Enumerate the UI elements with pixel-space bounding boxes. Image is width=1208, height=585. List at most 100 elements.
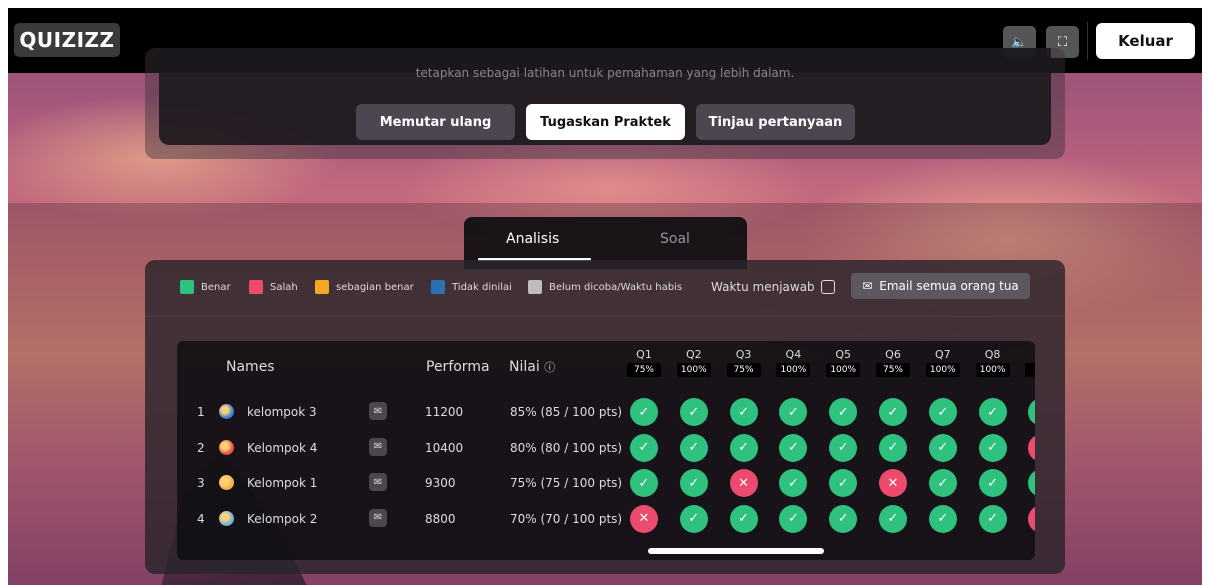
analysis-panel: Benar Salah sebagian benar Tidak dinilai… xyxy=(145,260,1065,574)
question-accuracy: 100% xyxy=(676,363,711,377)
correct-answer-icon[interactable]: ✓ xyxy=(779,433,808,462)
correct-answer-icon[interactable]: ✓ xyxy=(879,398,907,426)
player-grade: 70% (70 / 100 pts) xyxy=(510,511,623,526)
legend-correct: Benar xyxy=(180,280,231,294)
question-header[interactable]: Q2 100% xyxy=(676,348,711,377)
question-header[interactable]: Q5 100% xyxy=(826,348,861,377)
player-name[interactable]: Kelompok 1 xyxy=(247,476,317,490)
incorrect-swatch xyxy=(249,280,263,294)
question-header[interactable]: Q5 xyxy=(1025,348,1035,377)
results-table: Names Performa Nilai ⓘ Q1 75% Q2 100% Q3 75% Q… xyxy=(177,341,1035,560)
correct-answer-icon[interactable]: ✓ xyxy=(1028,398,1035,426)
avatar xyxy=(219,439,234,455)
question-header[interactable]: Q4 100% xyxy=(776,348,811,377)
legend-partial: sebagian benar xyxy=(315,280,414,294)
correct-answer-icon[interactable]: ✓ xyxy=(829,398,858,426)
question-header[interactable]: Q3 75% xyxy=(726,348,761,377)
player-name[interactable]: Kelompok 4 xyxy=(247,441,317,455)
table-row[interactable]: 2 Kelompok 4 ✉ 10400 80% (80 / 100 pts) ✓ ✓ ✓ ✓ ✓… xyxy=(177,430,1035,466)
question-header[interactable]: Q6 75% xyxy=(876,348,910,377)
correct-answer-icon[interactable]: ✓ xyxy=(978,469,1007,497)
correct-answer-icon[interactable]: ✓ xyxy=(779,504,808,533)
question-accuracy: 5 xyxy=(1025,363,1035,377)
correct-answer-icon[interactable]: ✓ xyxy=(779,398,808,426)
response-time-label: Waktu menjawab xyxy=(711,280,815,294)
review-questions-button[interactable]: Tinjau pertanyaan xyxy=(696,104,855,140)
correct-answer-icon[interactable]: ✓ xyxy=(978,433,1007,462)
unattempted-swatch xyxy=(528,280,542,294)
legend-label: Tidak dinilai xyxy=(452,281,512,293)
exit-button[interactable]: Keluar xyxy=(1096,23,1195,59)
performance-header: Performa xyxy=(426,359,490,375)
mail-icon[interactable]: ✉ xyxy=(369,437,387,456)
grade-header: Nilai ⓘ xyxy=(509,359,555,375)
correct-answer-icon[interactable]: ✓ xyxy=(829,433,858,462)
correct-answer-icon[interactable]: ✓ xyxy=(829,504,858,533)
question-label: Q3 xyxy=(735,348,752,361)
response-time-checkbox[interactable] xyxy=(820,280,835,294)
correct-answer-icon[interactable]: ✓ xyxy=(630,398,658,426)
correct-answer-icon[interactable]: ✓ xyxy=(729,504,758,533)
tab-analisis[interactable]: Analisis xyxy=(506,231,559,247)
avatar xyxy=(219,404,234,419)
mail-icon[interactable]: ✉ xyxy=(369,508,387,527)
correct-answer-icon[interactable]: ✓ xyxy=(729,433,758,462)
horizontal-scrollbar[interactable] xyxy=(648,548,824,554)
question-accuracy: 75% xyxy=(627,363,661,377)
incorrect-answer-icon[interactable]: ✕ xyxy=(879,469,907,497)
tab-soal[interactable]: Soal xyxy=(660,231,690,247)
correct-answer-icon[interactable]: ✓ xyxy=(879,504,907,533)
legend-label: Salah xyxy=(270,281,298,293)
correct-answer-icon[interactable]: ✓ xyxy=(928,469,957,497)
email-parents-label: Email semua orang tua xyxy=(879,279,1019,293)
incorrect-answer-icon[interactable]: ✕ xyxy=(729,469,758,497)
player-grade: 75% (75 / 100 pts) xyxy=(510,476,623,490)
question-label: Q2 xyxy=(685,348,702,361)
correct-answer-icon[interactable]: ✓ xyxy=(1028,469,1035,497)
names-header: Names xyxy=(226,359,275,375)
question-header[interactable]: Q7 100% xyxy=(925,348,960,377)
correct-answer-icon[interactable]: ✓ xyxy=(729,398,758,426)
mail-icon[interactable]: ✉ xyxy=(369,402,387,420)
correct-answer-icon[interactable]: ✓ xyxy=(779,469,808,497)
row-rank: 4 xyxy=(197,511,205,526)
response-time-toggle[interactable]: Waktu menjawab xyxy=(711,280,835,294)
row-rank: 2 xyxy=(197,440,205,455)
topbar-divider xyxy=(1087,22,1088,60)
question-header[interactable]: Q1 75% xyxy=(627,348,661,377)
question-accuracy: 100% xyxy=(826,363,861,377)
email-parents-button[interactable]: ✉ Email semua orang tua xyxy=(851,273,1030,299)
correct-answer-icon[interactable]: ✓ xyxy=(679,469,708,497)
summary-panel: tetapkan sebagai latihan untuk pemahaman… xyxy=(145,48,1065,159)
mail-icon[interactable]: ✉ xyxy=(369,473,387,491)
player-name[interactable]: Kelompok 2 xyxy=(247,512,317,526)
correct-answer-icon[interactable]: ✓ xyxy=(928,433,957,462)
info-icon[interactable]: ⓘ xyxy=(544,361,555,374)
correct-answer-icon[interactable]: ✓ xyxy=(879,433,907,462)
correct-answer-icon[interactable]: ✓ xyxy=(978,398,1007,426)
question-accuracy: 100% xyxy=(925,363,960,377)
correct-answer-icon[interactable]: ✓ xyxy=(928,398,957,426)
table-row[interactable]: 1 kelompok 3 ✉ 11200 85% (85 / 100 pts) ✓ ✓ ✓ ✓ ✓… xyxy=(177,394,1035,430)
correct-answer-icon[interactable]: ✓ xyxy=(928,504,957,533)
correct-answer-icon[interactable]: ✓ xyxy=(679,433,708,462)
incorrect-answer-icon[interactable]: ✕ xyxy=(630,504,658,533)
player-name[interactable]: kelompok 3 xyxy=(247,405,317,419)
correct-answer-icon[interactable]: ✓ xyxy=(829,469,858,497)
player-score: 9300 xyxy=(425,476,456,490)
question-label: Q4 xyxy=(785,348,802,361)
replay-button[interactable]: Memutar ulang xyxy=(356,104,515,140)
correct-answer-icon[interactable]: ✓ xyxy=(630,469,658,497)
legend-ungraded: Tidak dinilai xyxy=(431,280,512,294)
correct-answer-icon[interactable]: ✓ xyxy=(630,433,658,462)
correct-answer-icon[interactable]: ✓ xyxy=(978,504,1007,533)
correct-answer-icon[interactable]: ✓ xyxy=(679,504,708,533)
table-row[interactable]: 4 Kelompok 2 ✉ 8800 70% (70 / 100 pts) ✕ ✓ ✓ ✓ ✓ ✓… xyxy=(177,501,1035,537)
assign-practice-button[interactable]: Tugaskan Praktek xyxy=(526,104,685,140)
question-accuracy: 100% xyxy=(975,363,1010,377)
correct-answer-icon[interactable]: ✓ xyxy=(679,398,708,426)
table-row[interactable]: 3 Kelompok 1 ✉ 9300 75% (75 / 100 pts) ✓ ✓ ✕ ✓ ✓ ✕… xyxy=(177,465,1035,501)
incorrect-answer-icon[interactable]: ✕ xyxy=(1028,433,1035,462)
incorrect-answer-icon[interactable]: ✕ xyxy=(1028,504,1035,533)
question-header[interactable]: Q8 100% xyxy=(975,348,1010,377)
